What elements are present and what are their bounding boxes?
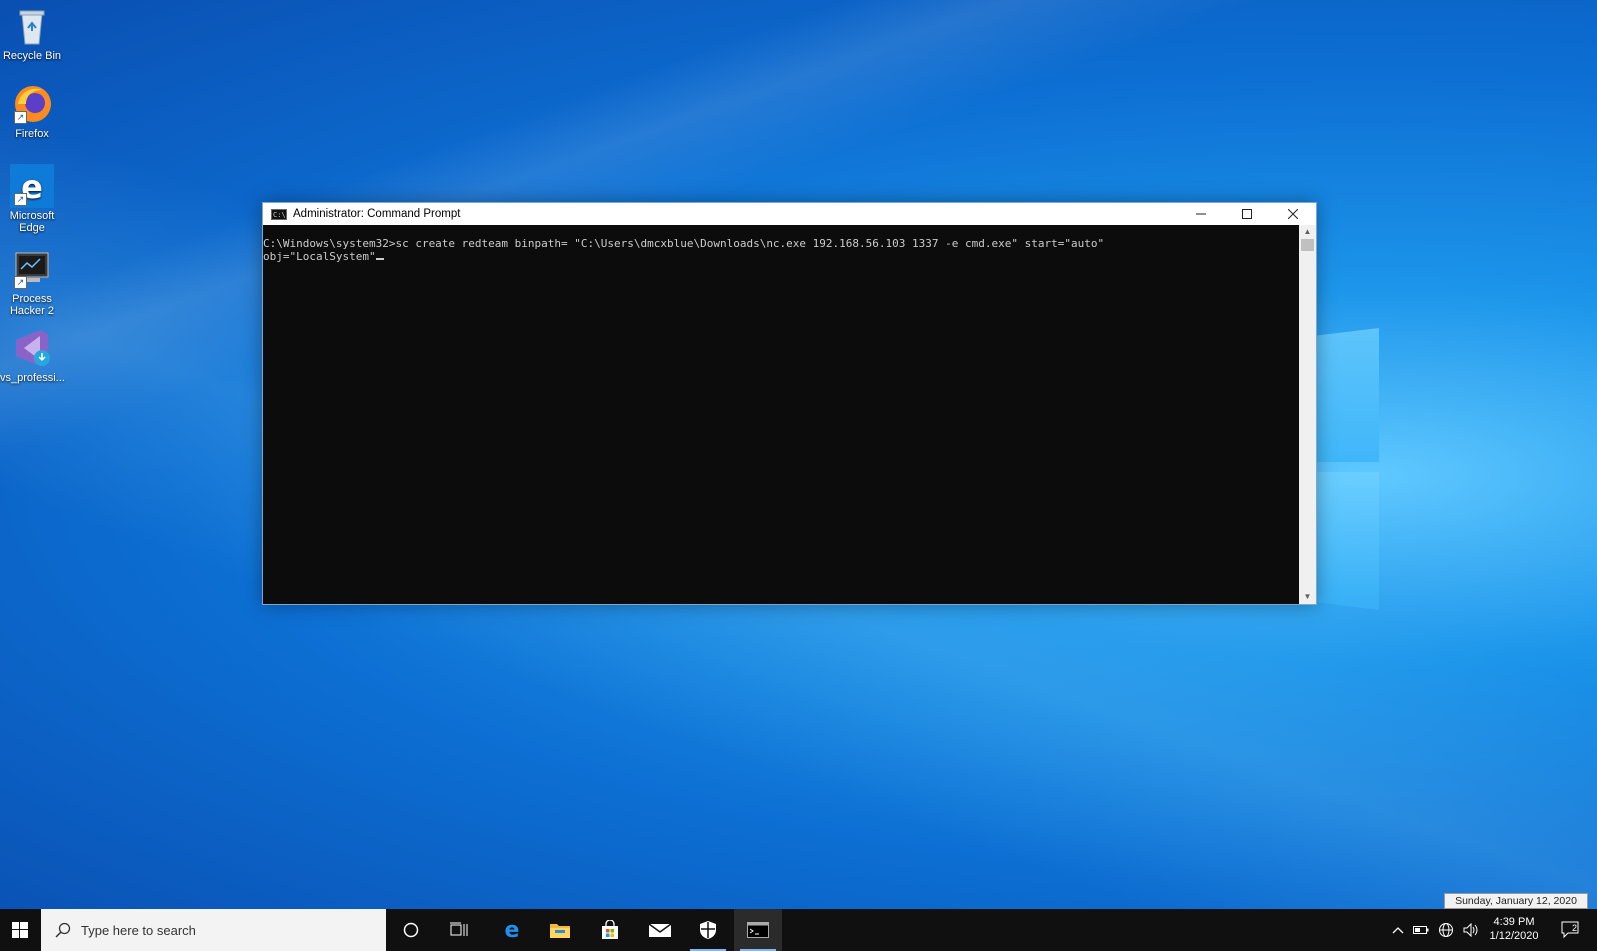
store-bag-icon [602, 920, 618, 939]
battery-icon [1413, 926, 1429, 934]
maximize-button[interactable] [1224, 203, 1270, 225]
desktop-icon-recycle-bin[interactable]: Recycle Bin [0, 4, 64, 62]
shortcut-arrow-icon: ↗ [14, 193, 27, 206]
edge-icon: e [505, 919, 520, 941]
shortcut-arrow-icon: ↗ [14, 111, 27, 124]
action-center-button[interactable]: 2 [1552, 909, 1592, 951]
windows-start-icon [12, 922, 28, 938]
console-line: obj="LocalSystem" [263, 250, 376, 263]
desktop-icon-firefox[interactable]: ↗ Firefox [0, 82, 64, 140]
cortana-icon [403, 922, 419, 938]
desktop-icon-label: vs_professi... [0, 372, 65, 384]
mail-icon [648, 923, 672, 937]
scroll-up-icon[interactable]: ▲ [1299, 225, 1316, 239]
firefox-icon: ↗ [10, 82, 54, 126]
close-icon [1288, 209, 1298, 219]
start-button[interactable] [0, 909, 40, 951]
show-hidden-icons-button[interactable] [1388, 909, 1408, 951]
edge-icon: e ↗ [10, 164, 54, 208]
close-button[interactable] [1270, 203, 1316, 225]
shortcut-arrow-icon: ↗ [14, 276, 27, 289]
scrollbar-thumb[interactable] [1301, 239, 1314, 251]
network-globe-icon [1439, 923, 1453, 937]
task-view-button[interactable] [438, 909, 480, 951]
taskbar-security[interactable] [684, 909, 732, 951]
minimize-icon [1196, 213, 1206, 215]
console-app-icon [747, 922, 769, 938]
task-view-icon [450, 922, 468, 936]
desktop-icon-label: Microsoft Edge [9, 210, 55, 234]
taskbar-file-explorer[interactable] [536, 909, 584, 951]
taskbar-mail[interactable] [636, 909, 684, 951]
desktop-icon-label: Firefox [15, 128, 49, 140]
command-prompt-window[interactable]: C:\ Administrator: Command Prompt C:\Win… [262, 202, 1317, 605]
window-titlebar[interactable]: C:\ Administrator: Command Prompt [263, 203, 1316, 225]
battery-status[interactable] [1410, 909, 1432, 951]
process-hacker-icon: ↗ [10, 247, 54, 291]
window-title: Administrator: Command Prompt [293, 208, 461, 220]
desktop-icon-label: Recycle Bin [2, 50, 62, 62]
recycle-bin-icon [10, 4, 54, 48]
speaker-icon [1463, 923, 1478, 937]
windows-wallpaper-logo [1313, 328, 1379, 610]
clock-date: 1/12/2020 [1489, 930, 1539, 942]
volume-control[interactable] [1460, 909, 1482, 951]
taskbar-search-box[interactable]: Type here to search [41, 909, 386, 951]
console-output[interactable]: C:\Windows\system32>sc create redteam bi… [263, 225, 1299, 604]
text-cursor [375, 258, 384, 260]
console-line-with-cursor: obj="LocalSystem" [263, 250, 1299, 263]
chevron-up-icon [1392, 927, 1404, 934]
desktop-icon-edge[interactable]: e ↗ Microsoft Edge [0, 164, 64, 234]
minimize-button[interactable] [1178, 203, 1224, 225]
desktop-icon-label: Process Hacker 2 [9, 293, 55, 317]
desktop-icon-process-hacker[interactable]: ↗ Process Hacker 2 [0, 247, 64, 317]
search-placeholder: Type here to search [81, 922, 196, 938]
console-line: C:\Windows\system32>sc create redteam bi… [263, 237, 1105, 250]
taskbar-edge[interactable]: e [488, 909, 536, 951]
desktop-icon-vs-installer[interactable]: vs_professi... [0, 326, 65, 384]
taskbar: Type here to search e 4:39 PM 1/12/2020 … [0, 909, 1597, 951]
visual-studio-installer-icon [10, 326, 54, 370]
taskbar-store[interactable] [586, 909, 634, 951]
folder-icon [550, 924, 570, 938]
taskbar-clock[interactable]: 4:39 PM 1/12/2020 [1482, 909, 1546, 951]
cortana-button[interactable] [390, 909, 432, 951]
console-app-icon: C:\ [271, 208, 287, 220]
svg-text:e: e [505, 919, 520, 941]
search-icon [55, 922, 71, 938]
notification-count: 2 [1572, 923, 1578, 933]
network-status[interactable] [1434, 909, 1458, 951]
clock-time: 4:39 PM [1493, 916, 1535, 928]
shield-icon [700, 921, 716, 939]
vertical-scrollbar[interactable]: ▲ ▼ [1299, 225, 1316, 604]
scroll-down-icon[interactable]: ▼ [1299, 590, 1316, 604]
taskbar-command-prompt[interactable] [734, 909, 782, 951]
maximize-icon [1242, 209, 1252, 219]
date-tooltip: Sunday, January 12, 2020 [1444, 893, 1588, 909]
